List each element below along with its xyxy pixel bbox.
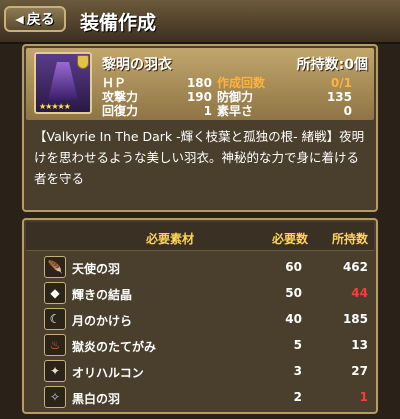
material-row[interactable]: ✧ 黒白の羽 2 1 xyxy=(28,386,372,410)
flame-mane-icon: ♨ xyxy=(44,334,66,356)
material-owned: 185 xyxy=(342,312,368,326)
material-row[interactable]: ☾ 月のかけら 40 185 xyxy=(28,308,372,332)
material-owned: 1 xyxy=(359,390,368,404)
material-required: 2 xyxy=(293,390,302,404)
stat-value: 190 xyxy=(186,90,212,104)
item-name: 黎明の羽衣 xyxy=(102,57,172,73)
material-required: 3 xyxy=(293,364,302,378)
stat-value: 180 xyxy=(186,76,212,90)
material-owned: 44 xyxy=(351,286,368,300)
stat-value: 1 xyxy=(203,104,212,118)
stat-label: 作成回数 xyxy=(217,76,266,90)
material-required: 60 xyxy=(285,260,302,274)
back-arrow-icon: ◀ xyxy=(15,12,24,26)
column-header-material: 必要素材 xyxy=(146,232,195,246)
stat-label: ＨＰ xyxy=(102,76,127,90)
material-row[interactable]: ◆ 輝きの結晶 50 44 xyxy=(28,282,372,306)
orichalcum-icon: ✦ xyxy=(44,360,66,382)
material-name: 月のかけら xyxy=(72,314,133,328)
material-name: 輝きの結晶 xyxy=(72,288,133,302)
material-name: 獄炎のたてがみ xyxy=(72,340,157,354)
column-header-required: 必要数 xyxy=(272,232,309,246)
back-button-label: 戻る xyxy=(26,12,55,28)
moon-shard-icon: ☾ xyxy=(44,308,66,330)
material-name: 天使の羽 xyxy=(72,262,121,276)
robe-icon xyxy=(48,62,78,100)
stat-value: 135 xyxy=(326,90,352,104)
stat-label: 回復力 xyxy=(102,104,139,118)
material-row[interactable]: 🪶 天使の羽 60 462 xyxy=(28,256,372,280)
stat-label: 素早さ xyxy=(217,104,254,118)
stat-label: 防御力 xyxy=(217,90,254,104)
materials-panel: 必要素材 必要数 所持数 🪶 天使の羽 60 462 ◆ 輝きの結晶 50 44… xyxy=(22,218,378,414)
header-bar: ◀ 戻る 装備作成 xyxy=(0,0,400,44)
rarity-stars: ★★★★★ xyxy=(39,102,71,111)
material-name: 黒白の羽 xyxy=(72,392,121,406)
black-white-feather-icon: ✧ xyxy=(44,386,66,408)
item-description: 【Valkyrie In The Dark -輝く枝葉と孤独の根- 緒戦】夜明け… xyxy=(34,129,365,186)
material-required: 50 xyxy=(285,286,302,300)
stat-value: 0/1 xyxy=(330,76,352,90)
owned-count: 所持数:0個 xyxy=(296,57,368,73)
item-thumbnail[interactable]: ★★★★★ xyxy=(34,52,92,114)
feather-icon: 🪶 xyxy=(44,256,66,278)
stat-value: 0 xyxy=(343,104,352,118)
item-summary: ★★★★★ 黎明の羽衣 所持数:0個 ＨＰ 180 作成回数 0/1 攻撃力 1… xyxy=(26,48,374,120)
armor-type-icon xyxy=(77,55,89,69)
material-owned: 27 xyxy=(351,364,368,378)
stat-label: 攻撃力 xyxy=(102,90,139,104)
material-required: 5 xyxy=(293,338,302,352)
item-panel: ★★★★★ 黎明の羽衣 所持数:0個 ＨＰ 180 作成回数 0/1 攻撃力 1… xyxy=(22,44,378,212)
column-header-owned: 所持数 xyxy=(332,232,369,246)
material-owned: 462 xyxy=(342,260,368,274)
materials-header: 必要素材 必要数 所持数 xyxy=(26,222,374,251)
material-owned: 13 xyxy=(351,338,368,352)
crystal-icon: ◆ xyxy=(44,282,66,304)
page-title: 装備作成 xyxy=(80,12,157,34)
material-row[interactable]: ✦ オリハルコン 3 27 xyxy=(28,360,372,384)
back-button[interactable]: ◀ 戻る xyxy=(4,6,66,32)
material-row[interactable]: ♨ 獄炎のたてがみ 5 13 xyxy=(28,334,372,358)
material-required: 40 xyxy=(285,312,302,326)
material-name: オリハルコン xyxy=(72,366,144,380)
